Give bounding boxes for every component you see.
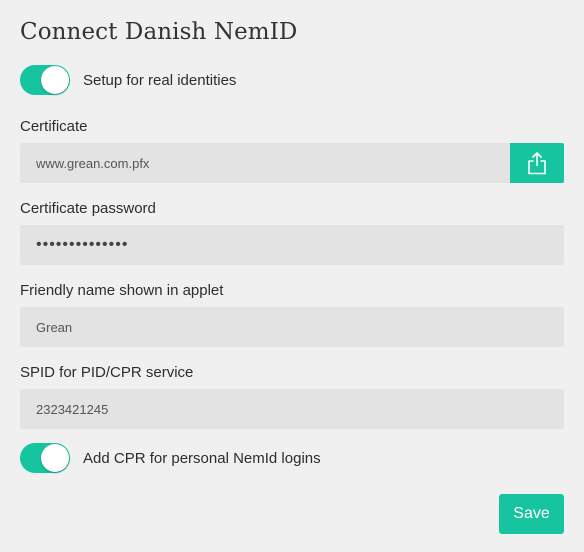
- friendly-name-label: Friendly name shown in applet: [20, 282, 224, 299]
- certificate-value: www.grean.com.pfx: [36, 155, 150, 171]
- spid-field[interactable]: 2323421245: [20, 389, 564, 429]
- upload-certificate-button[interactable]: [510, 143, 564, 183]
- certificate-password-label: Certificate password: [20, 200, 156, 217]
- friendly-name-field[interactable]: Grean: [20, 307, 564, 347]
- certificate-password-value: ••••••••••••••: [36, 236, 129, 253]
- add-cpr-row: Add CPR for personal NemId logins: [20, 442, 321, 474]
- certificate-label: Certificate: [20, 118, 88, 135]
- add-cpr-label: Add CPR for personal NemId logins: [83, 449, 321, 467]
- page-title: Connect Danish NemID: [20, 19, 298, 45]
- real-identities-label: Setup for real identities: [83, 71, 237, 89]
- certificate-password-field[interactable]: ••••••••••••••: [20, 225, 564, 265]
- add-cpr-toggle[interactable]: [20, 443, 70, 473]
- upload-icon: [528, 152, 546, 175]
- real-identities-toggle[interactable]: [20, 65, 70, 95]
- certificate-field[interactable]: www.grean.com.pfx: [20, 143, 510, 183]
- spid-value: 2323421245: [36, 401, 109, 417]
- toggle-knob: [41, 444, 69, 472]
- real-identities-row: Setup for real identities: [20, 64, 236, 96]
- connect-nemid-panel: Connect Danish NemID Setup for real iden…: [0, 0, 584, 552]
- friendly-name-value: Grean: [36, 319, 73, 335]
- toggle-knob: [41, 66, 69, 94]
- spid-label: SPID for PID/CPR service: [20, 364, 194, 381]
- save-button[interactable]: Save: [499, 494, 564, 534]
